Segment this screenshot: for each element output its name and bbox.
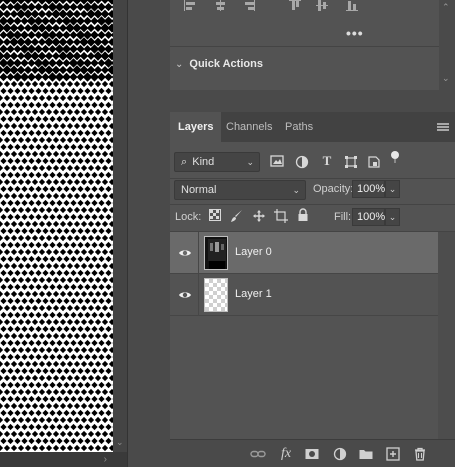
opacity-value: 100% xyxy=(357,183,386,195)
lock-label: Lock: xyxy=(175,211,202,223)
align-right-edges-icon[interactable] xyxy=(243,0,257,12)
image-filter-icon[interactable] xyxy=(270,155,284,169)
panel-dock-gap xyxy=(127,0,170,467)
blend-mode-value: Normal xyxy=(181,184,217,196)
search-icon: ⌕ xyxy=(181,156,188,168)
folder-icon[interactable] xyxy=(358,446,374,462)
layer-row[interactable]: Layer 1 xyxy=(170,274,438,316)
align-vertical-centers-icon[interactable] xyxy=(316,0,330,12)
blend-mode-dropdown[interactable]: Normal ⌄ xyxy=(174,180,306,200)
opacity-input[interactable]: 100% ⌄ xyxy=(352,180,400,198)
panel-tab-bar: Layers Channels Paths xyxy=(170,112,455,142)
layer-name[interactable]: Layer 1 xyxy=(235,288,272,300)
canvas-horizontal-scrollbar[interactable]: › xyxy=(0,452,127,467)
chevron-down-icon: ⌄ xyxy=(246,157,254,167)
mask-icon[interactable] xyxy=(304,446,320,462)
more-options-icon[interactable]: ••• xyxy=(346,25,364,41)
scroll-right-icon[interactable]: › xyxy=(104,454,107,465)
layers-bottom-toolbar: fx xyxy=(170,439,455,467)
layers-panel: Layers Channels Paths ⌕ Kind ⌄ T Normal … xyxy=(170,112,455,467)
chevron-down-icon[interactable]: ⌄ xyxy=(385,180,400,198)
adjustment-filter-icon[interactable] xyxy=(295,155,309,169)
align-horizontal-centers-icon[interactable] xyxy=(214,0,228,12)
panel-menu-icon[interactable] xyxy=(437,123,449,132)
fx-icon[interactable]: fx xyxy=(278,446,294,462)
smart-object-filter-icon[interactable] xyxy=(367,155,381,169)
lock-artboard-icon[interactable] xyxy=(274,209,288,223)
align-bottom-edges-icon[interactable] xyxy=(346,0,360,12)
type-filter-icon[interactable]: T xyxy=(320,154,334,168)
layer-thumbnail[interactable] xyxy=(204,236,228,270)
chevron-down-icon: ⌄ xyxy=(292,185,300,195)
quick-actions-header[interactable]: ⌄ Quick Actions xyxy=(175,56,263,72)
chevron-down-icon[interactable]: ⌄ xyxy=(175,59,183,70)
tab-paths[interactable]: Paths xyxy=(277,112,321,142)
adjustment-icon[interactable] xyxy=(332,446,348,462)
lock-all-icon[interactable] xyxy=(296,208,310,222)
filter-kind-label: Kind xyxy=(192,156,215,168)
fill-value: 100% xyxy=(357,211,386,223)
align-top-edges-icon[interactable] xyxy=(289,0,303,12)
layer-filter-dropdown[interactable]: ⌕ Kind ⌄ xyxy=(174,152,260,172)
right-panel-column: ••• ⌄ Quick Actions ⌃ ⌄ Layers Channels … xyxy=(170,0,455,467)
row-divider xyxy=(170,178,455,179)
properties-scrollbar[interactable]: ⌃ ⌄ xyxy=(439,0,455,90)
section-divider xyxy=(170,46,439,47)
layer-thumbnail[interactable] xyxy=(204,278,228,312)
new-layer-icon[interactable] xyxy=(385,446,401,462)
lock-transparent-icon[interactable] xyxy=(208,209,222,223)
chevron-down-icon[interactable]: ⌄ xyxy=(385,208,400,226)
lock-paint-icon[interactable] xyxy=(230,209,244,223)
row-divider xyxy=(170,204,455,205)
link-icon[interactable] xyxy=(250,446,266,462)
eye-icon[interactable] xyxy=(178,246,192,260)
tab-layers[interactable]: Layers xyxy=(170,112,222,142)
column-divider xyxy=(198,232,199,274)
trash-icon[interactable] xyxy=(412,446,428,462)
scroll-down-icon[interactable]: ⌄ xyxy=(442,73,450,84)
properties-panel: ••• ⌄ Quick Actions xyxy=(170,0,439,90)
tab-channels[interactable]: Channels xyxy=(218,112,280,142)
layer-name[interactable]: Layer 0 xyxy=(235,246,272,258)
panel-gap xyxy=(170,90,455,112)
layers-scrollbar[interactable] xyxy=(438,232,455,442)
quick-actions-title: Quick Actions xyxy=(189,58,263,70)
fill-input[interactable]: 100% ⌄ xyxy=(352,208,400,226)
canvas-vertical-scrollbar[interactable]: ⌄ xyxy=(113,0,127,452)
halftone-image xyxy=(0,0,113,452)
filter-toggle-icon[interactable] xyxy=(388,150,402,164)
opacity-label: Opacity: xyxy=(313,183,354,195)
fill-label: Fill: xyxy=(334,211,352,223)
scroll-up-icon[interactable]: ⌃ xyxy=(442,2,450,13)
shape-filter-icon[interactable] xyxy=(344,155,358,169)
document-canvas[interactable] xyxy=(0,0,113,452)
column-divider xyxy=(198,274,199,316)
align-left-edges-icon[interactable] xyxy=(184,0,198,12)
layer-row[interactable]: Layer 0 xyxy=(170,232,438,274)
eye-icon[interactable] xyxy=(178,288,192,302)
lock-move-icon[interactable] xyxy=(252,209,266,223)
scroll-down-icon[interactable]: ⌄ xyxy=(116,437,124,448)
